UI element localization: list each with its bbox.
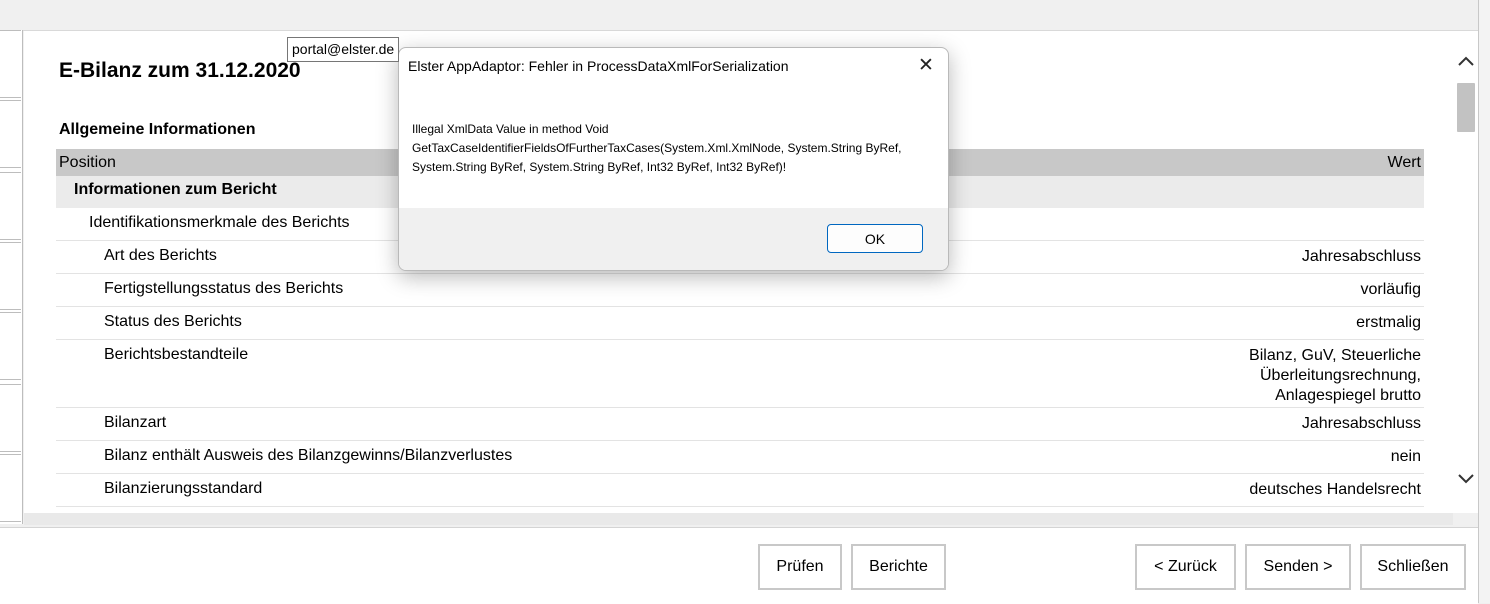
ok-button[interactable]: OK	[827, 224, 923, 253]
left-tab-3[interactable]	[0, 172, 21, 240]
pruefen-button[interactable]: Prüfen	[758, 544, 842, 590]
row-value: Jahresabschluss	[1301, 248, 1421, 265]
scrollbar-thumb[interactable]	[1457, 83, 1475, 132]
row-label: Bilanzierungsstandard	[104, 480, 263, 497]
dialog-footer: OK	[399, 208, 948, 270]
left-tab-5[interactable]	[0, 312, 21, 380]
table-row: Bilanzierungsstandard deutsches Handelsr…	[56, 474, 1424, 507]
dialog-title: Elster AppAdaptor: Fehler in ProcessData…	[408, 58, 789, 74]
row-label: Art des Berichts	[104, 247, 217, 264]
column-header-position: Position	[59, 154, 116, 171]
page-title: E-Bilanz zum 31.12.2020	[59, 59, 301, 82]
left-tab-6[interactable]	[0, 384, 21, 452]
group-label: Informationen zum Bericht	[74, 181, 277, 198]
row-label: Bilanz enthält Ausweis des Bilanzgewinns…	[104, 447, 513, 464]
dialog-message: Illegal XmlData Value in method Void Get…	[412, 122, 902, 174]
close-button[interactable]: Schließen	[1360, 544, 1466, 590]
row-value: Bilanz, GuV, Steuerliche Überleitungsrec…	[1249, 347, 1421, 404]
table-row: Bilanzart Jahresabschluss	[56, 408, 1424, 441]
send-button[interactable]: Senden >	[1245, 544, 1351, 590]
column-header-wert: Wert	[1387, 154, 1421, 171]
error-dialog: Elster AppAdaptor: Fehler in ProcessData…	[398, 47, 949, 271]
left-tab-4[interactable]	[0, 242, 21, 310]
table-row: Berichtsbestandteile Bilanz, GuV, Steuer…	[56, 340, 1424, 408]
window-top-bar	[0, 0, 1478, 31]
row-value: nein	[1390, 448, 1421, 465]
row-value: vorläufig	[1360, 281, 1421, 298]
left-tab-7[interactable]	[0, 454, 21, 522]
row-label: Berichtsbestandteile	[104, 346, 249, 363]
table-row: Fertigstellungsstatus des Berichts vorlä…	[56, 274, 1424, 307]
section-title: Allgemeine Informationen	[59, 121, 256, 138]
close-icon[interactable]: ✕	[913, 54, 939, 78]
bottom-button-bar: Prüfen Berichte < Zurück Senden > Schlie…	[0, 527, 1478, 604]
window-right-edge	[1478, 0, 1490, 603]
dialog-body: Illegal XmlData Value in method Void Get…	[399, 85, 948, 208]
left-navigation-tabs	[0, 30, 23, 524]
back-button[interactable]: < Zurück	[1135, 544, 1236, 590]
chevron-down-icon[interactable]	[1456, 469, 1476, 489]
horizontal-scrollbar[interactable]	[24, 513, 1453, 525]
row-label: Bilanzart	[104, 414, 167, 431]
email-tooltip: portal@elster.de	[287, 37, 400, 62]
row-value: deutsches Handelsrecht	[1249, 481, 1421, 498]
subgroup-label: Identifikationsmerkmale des Berichts	[89, 214, 350, 231]
vertical-scrollbar[interactable]	[1453, 31, 1478, 513]
chevron-up-icon[interactable]	[1456, 51, 1476, 71]
row-label: Fertigstellungsstatus des Berichts	[104, 280, 344, 297]
left-tab-2[interactable]	[0, 100, 21, 168]
row-value: Jahresabschluss	[1301, 415, 1421, 432]
table-row: Status des Berichts erstmalig	[56, 307, 1424, 340]
row-value: erstmalig	[1356, 314, 1421, 331]
berichte-button[interactable]: Berichte	[851, 544, 946, 590]
table-row: Bilanz enthält Ausweis des Bilanzgewinns…	[56, 441, 1424, 474]
row-label: Status des Berichts	[104, 313, 242, 330]
left-tab-1[interactable]	[0, 30, 21, 98]
